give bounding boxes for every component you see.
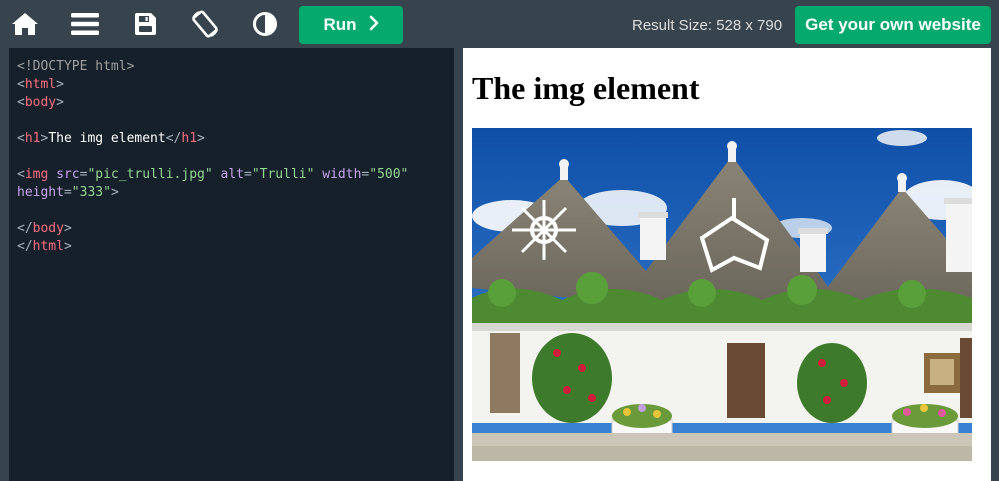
run-label: Run	[323, 15, 357, 34]
toolbar: Run Result Size: 528 x 790 Get your own …	[0, 0, 999, 48]
tag-token: img	[24, 167, 49, 182]
chevron-right-icon	[369, 15, 379, 35]
code-line: </html>	[17, 239, 72, 254]
code-line: </body>	[17, 221, 72, 236]
panel-resize-handle[interactable]	[454, 48, 463, 481]
rotate-icon[interactable]	[185, 0, 225, 48]
trulli-photo	[472, 128, 972, 461]
tag-token: body	[24, 95, 57, 110]
value-token: "Trulli"	[251, 167, 315, 182]
value-token: "333"	[71, 185, 111, 200]
code-line: <h1>The img element</h1>	[17, 131, 205, 146]
tag-token: h1	[181, 131, 198, 146]
code-line: <body>	[17, 95, 64, 110]
code-line: <!DOCTYPE html>	[17, 58, 446, 76]
contrast-icon[interactable]	[245, 0, 285, 48]
attr-token: alt	[220, 167, 244, 182]
run-button[interactable]: Run	[299, 6, 403, 44]
doctype-token: <!DOCTYPE html>	[17, 59, 135, 74]
get-your-own-website-button[interactable]: Get your own website	[795, 6, 991, 44]
code-line: <img src="pic_trulli.jpg" alt="Trulli" w…	[17, 167, 409, 182]
tag-token: html	[24, 77, 57, 92]
tag-token: h1	[24, 131, 41, 146]
code-line: <html>	[17, 77, 64, 92]
result-size-label: Result Size: 528 x 790	[632, 17, 783, 34]
attr-token: height	[17, 185, 64, 200]
save-icon[interactable]	[125, 0, 165, 48]
attr-token: width	[322, 167, 362, 182]
code-editor[interactable]: <!DOCTYPE html> <html> <body> <h1>The im…	[9, 48, 454, 481]
menu-icon[interactable]	[65, 0, 105, 48]
home-icon[interactable]	[5, 0, 45, 48]
result-heading: The img element	[472, 70, 700, 106]
tag-token: html	[32, 239, 64, 254]
result-frame[interactable]: The img element	[463, 48, 991, 481]
tag-token: body	[32, 221, 64, 236]
attr-token: src	[56, 167, 80, 182]
text-token: The img element	[48, 131, 166, 146]
value-token: "pic_trulli.jpg"	[87, 167, 213, 182]
value-token: "500"	[369, 167, 409, 182]
right-edge-strip	[991, 48, 999, 481]
code-line: height="333">	[17, 185, 119, 200]
